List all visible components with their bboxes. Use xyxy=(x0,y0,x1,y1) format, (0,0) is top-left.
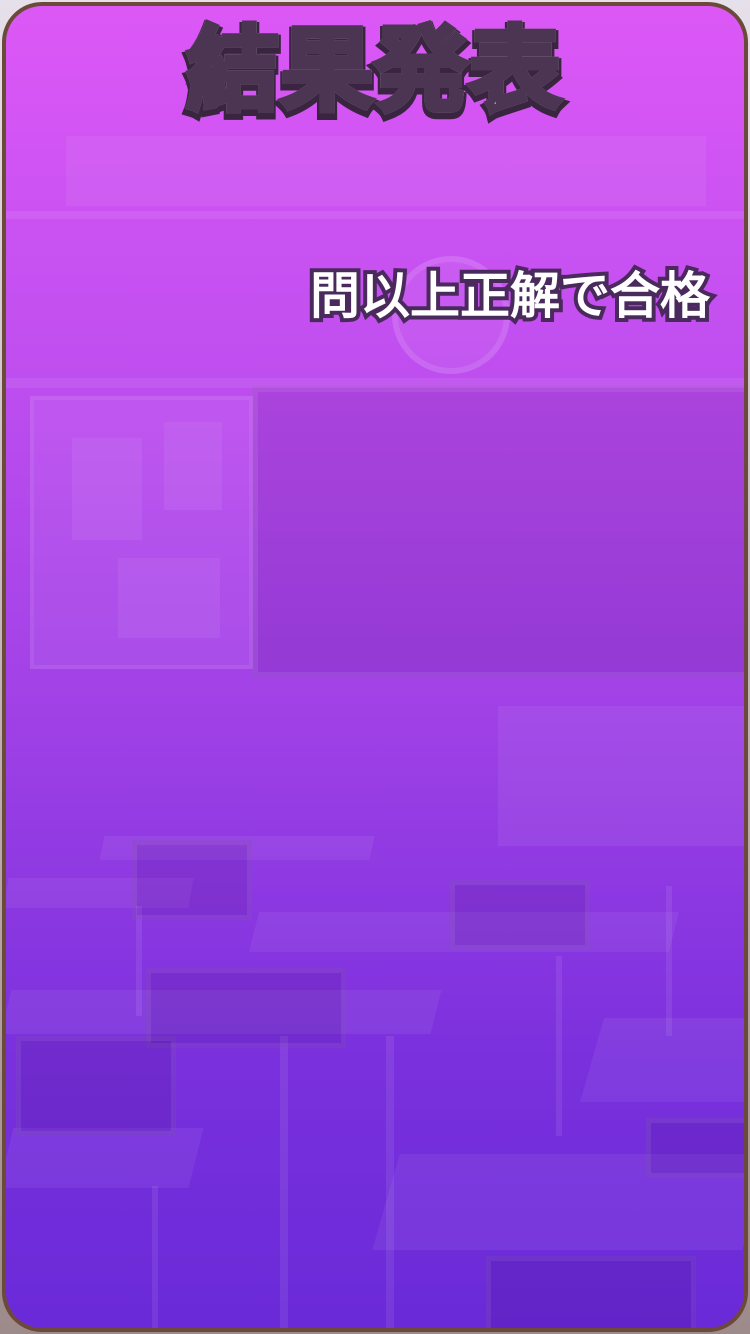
ceiling-beam xyxy=(6,211,744,219)
student-desk xyxy=(99,836,375,860)
teacher-desk xyxy=(498,706,744,846)
ceiling-light xyxy=(66,136,706,206)
desk-leg xyxy=(386,1036,394,1328)
notice-paper xyxy=(164,422,222,510)
wall-trim xyxy=(6,378,744,388)
chair-back xyxy=(146,968,346,1048)
chair-back xyxy=(16,1036,176,1136)
desk-leg xyxy=(556,956,562,1136)
desk-leg xyxy=(136,906,142,1016)
student-desk xyxy=(6,990,442,1034)
chair-back xyxy=(450,880,590,950)
bulletin-board xyxy=(30,396,253,669)
notice-paper xyxy=(72,438,142,540)
desk-leg xyxy=(280,1036,288,1328)
student-desk xyxy=(372,1154,744,1250)
student-desk xyxy=(249,912,679,952)
chair-back xyxy=(132,840,252,920)
chair-back xyxy=(646,1118,744,1178)
page-title: 結果発表 xyxy=(6,15,744,127)
student-desk xyxy=(6,1128,204,1188)
result-panel: 結果発表 結果発表 問以上正解で合格 xyxy=(6,6,744,1328)
desk-leg xyxy=(666,886,672,1036)
desk-leg xyxy=(152,1186,158,1328)
result-screen: 結果発表 結果発表 問以上正解で合格 xyxy=(0,0,750,1334)
chair-back xyxy=(486,1256,696,1328)
notice-paper xyxy=(118,558,220,638)
blackboard xyxy=(252,386,744,678)
student-desk xyxy=(579,1018,744,1102)
student-desk xyxy=(6,878,194,908)
pass-condition-text: 問以上正解で合格 xyxy=(306,263,714,329)
